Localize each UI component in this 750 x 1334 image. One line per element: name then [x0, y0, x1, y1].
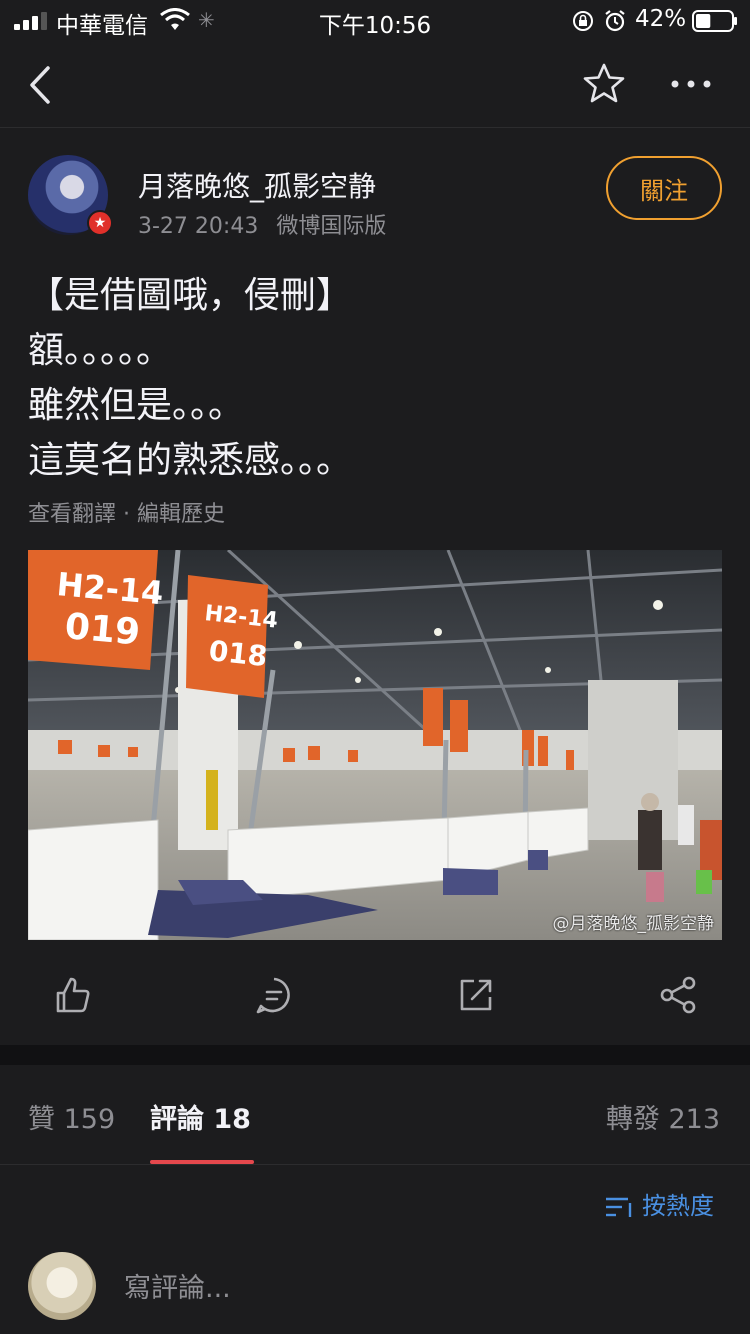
star-icon[interactable]	[580, 60, 628, 108]
user-avatar	[28, 1252, 96, 1320]
rotation-lock-icon	[573, 11, 593, 31]
comment-input[interactable]: 寫評論...	[124, 1266, 231, 1305]
battery-percent: 42%	[635, 6, 687, 32]
active-tab-indicator	[150, 1160, 254, 1164]
post-meta: 3-27 20:43 微博国际版	[138, 208, 386, 240]
sign-line: 019	[63, 606, 141, 653]
post-source: 微博国际版	[276, 214, 387, 239]
post-image[interactable]: H2-14 019 H2-14 018 @月落晚悠_孤影空静	[28, 550, 722, 940]
ellipsis-icon[interactable]	[666, 64, 716, 104]
post-timestamp: 3-27 20:43	[138, 214, 259, 239]
tab-likes[interactable]: 贊 159	[28, 1097, 115, 1136]
tab-reposts[interactable]: 轉發 213	[606, 1097, 720, 1136]
sort-icon	[606, 1197, 632, 1217]
translate-edit-history-links[interactable]: 查看翻譯 · 編輯歷史	[28, 496, 225, 528]
tab-comments[interactable]: 評論 18	[150, 1097, 251, 1136]
post-line: 額。。。。。	[28, 330, 173, 371]
nav-bar	[0, 42, 750, 128]
battery-icon	[692, 10, 737, 32]
status-bar: 中華電信 ✳ 下午10:56 42%	[0, 0, 750, 42]
image-watermark: @月落晚悠_孤影空静	[552, 914, 715, 934]
sort-label: 按熱度	[642, 1192, 714, 1220]
share-nodes-icon[interactable]	[656, 973, 700, 1017]
alarm-icon	[605, 10, 625, 32]
post-line: 這莫名的熟悉感。。。	[28, 440, 353, 481]
share-out-icon[interactable]	[454, 973, 498, 1017]
post-line: 【是借圖哦，侵刪】	[28, 275, 353, 316]
follow-button[interactable]: 關注	[606, 156, 722, 220]
post-content: 【是借圖哦，侵刪】 額。。。。。 雖然但是。。。 這莫名的熟悉感。。。	[28, 268, 728, 488]
post-action-bar	[0, 955, 750, 1035]
hall-photo: H2-14 019 H2-14 018	[28, 550, 722, 940]
author-name[interactable]: 月落晚悠_孤影空静	[138, 165, 376, 205]
thumbs-up-icon[interactable]	[50, 973, 94, 1017]
chevron-left-icon[interactable]	[22, 62, 62, 108]
verified-badge-icon: ★	[87, 210, 113, 236]
sort-by-hot-button[interactable]: 按熱度	[604, 1186, 714, 1221]
sign-line: 018	[207, 634, 269, 673]
section-divider	[0, 1045, 750, 1065]
engagement-tabs: 贊 159 評論 18 轉發 213	[0, 1065, 750, 1165]
post-line: 雖然但是。。。	[28, 385, 245, 426]
comment-icon[interactable]	[252, 973, 296, 1017]
